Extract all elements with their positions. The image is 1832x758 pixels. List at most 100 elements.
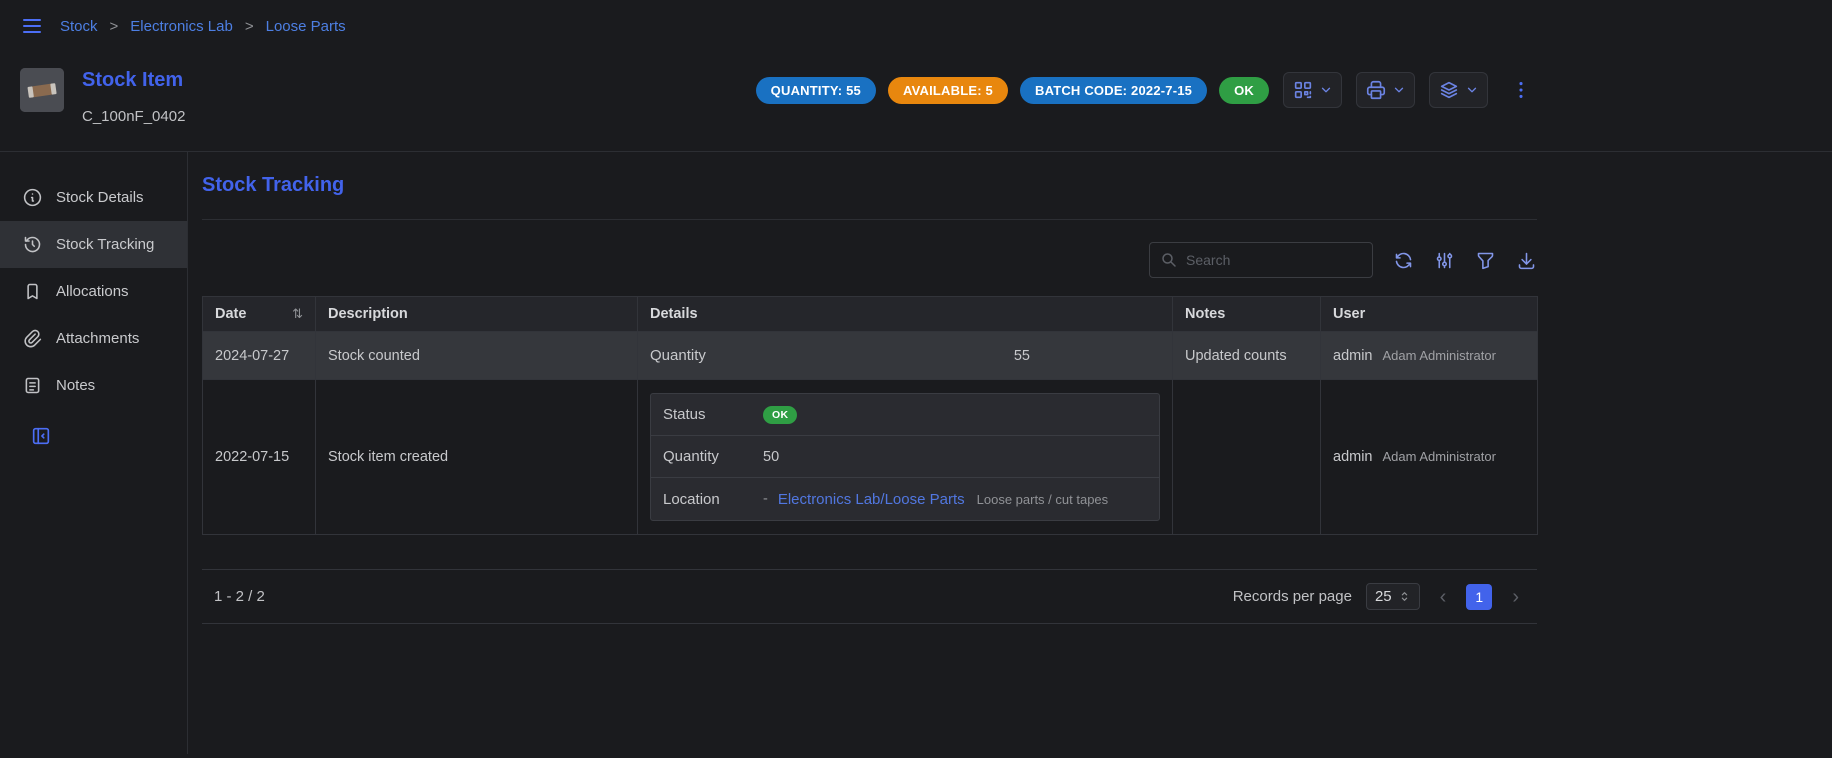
- main-panel: Stock Tracking: [188, 152, 1556, 754]
- barcode-actions-button[interactable]: [1283, 72, 1342, 108]
- content-area: Stock Details Stock Tracking Allocations…: [0, 152, 1556, 754]
- sidebar-item-label: Allocations: [56, 283, 129, 300]
- sidebar-item-allocations[interactable]: Allocations: [0, 268, 187, 315]
- breadcrumb-electronics-lab[interactable]: Electronics Lab: [130, 18, 233, 35]
- stock-item-name: C_100nF_0402: [82, 108, 185, 125]
- cell-date: 2022-07-15: [203, 380, 316, 535]
- quantity-badge: QUANTITY: 55: [756, 77, 876, 104]
- username: admin: [1333, 348, 1373, 364]
- location-link[interactable]: Electronics Lab/Loose Parts: [778, 491, 965, 508]
- sidebar-item-label: Notes: [56, 377, 95, 394]
- info-circle-icon: [22, 187, 43, 208]
- cell-user: admin Adam Administrator: [1321, 332, 1538, 380]
- username: admin: [1333, 449, 1373, 465]
- more-actions-button[interactable]: [1506, 75, 1536, 105]
- detail-key: Status: [663, 406, 763, 423]
- search-input[interactable]: [1186, 252, 1362, 268]
- download-icon[interactable]: [1516, 250, 1537, 271]
- sidebar-item-label: Stock Tracking: [56, 236, 154, 253]
- menu-icon[interactable]: [20, 14, 44, 38]
- detail-key: Quantity: [663, 448, 763, 465]
- breadcrumb-stock[interactable]: Stock: [60, 18, 98, 35]
- page-size-value: 25: [1375, 588, 1392, 605]
- user-fullname: Adam Administrator: [1383, 348, 1496, 363]
- detail-key: Quantity: [650, 347, 750, 364]
- cell-user: admin Adam Administrator: [1321, 380, 1538, 535]
- heading-divider: [202, 219, 1537, 220]
- sidebar-item-label: Stock Details: [56, 189, 144, 206]
- sidebar-item-stock-tracking[interactable]: Stock Tracking: [0, 221, 187, 268]
- table-row: 2024-07-27 Stock counted Quantity 55 Upd…: [203, 332, 1538, 380]
- qrcode-icon: [1292, 79, 1314, 101]
- panel-heading: Stock Tracking: [202, 174, 1537, 197]
- cell-notes: [1173, 380, 1321, 535]
- filter-icon[interactable]: [1475, 250, 1496, 271]
- previous-page-button[interactable]: ‹: [1434, 587, 1453, 607]
- sidebar-item-label: Attachments: [56, 330, 139, 347]
- chevron-down-icon: [1465, 83, 1479, 97]
- detail-row-location: Location - Electronics Lab/Loose Parts L…: [651, 478, 1159, 520]
- available-badge: AVAILABLE: 5: [888, 77, 1008, 104]
- cell-details: Status OK Quantity 50 Location: [638, 380, 1173, 535]
- column-settings-icon[interactable]: [1434, 250, 1455, 271]
- page-header: Stock Item C_100nF_0402 QUANTITY: 55 AVA…: [0, 52, 1556, 151]
- next-page-button[interactable]: ›: [1506, 587, 1525, 607]
- sidebar-item-stock-details[interactable]: Stock Details: [0, 174, 187, 221]
- detail-value: 55: [750, 348, 1030, 364]
- breadcrumb-separator: >: [245, 18, 254, 35]
- batch-code-badge: BATCH CODE: 2022-7-15: [1020, 77, 1207, 104]
- sidebar-collapse-icon[interactable]: [30, 425, 52, 447]
- top-bar: Stock > Electronics Lab > Loose Parts: [0, 0, 1556, 52]
- location-description: Loose parts / cut tapes: [977, 492, 1109, 507]
- records-per-page-label: Records per page: [1233, 588, 1352, 605]
- history-icon: [22, 234, 43, 255]
- cell-details: Quantity 55: [638, 332, 1173, 380]
- column-header-user: User: [1321, 297, 1538, 332]
- refresh-icon[interactable]: [1393, 250, 1414, 271]
- page-title: Stock Item: [82, 68, 185, 92]
- cell-description: Stock counted: [316, 332, 638, 380]
- detail-row-status: Status OK: [651, 394, 1159, 436]
- user-fullname: Adam Administrator: [1383, 449, 1496, 464]
- sidebar-item-attachments[interactable]: Attachments: [0, 315, 187, 362]
- chevron-down-icon: [1319, 83, 1333, 97]
- page-1-button[interactable]: 1: [1466, 584, 1492, 610]
- search-field: [1149, 242, 1373, 278]
- cell-description: Stock item created: [316, 380, 638, 535]
- column-header-details: Details: [638, 297, 1173, 332]
- sidebar-item-notes[interactable]: Notes: [0, 362, 187, 409]
- table-header-row: Date⇅ Description Details Notes User: [203, 297, 1538, 332]
- detail-row-quantity: Quantity 50: [651, 436, 1159, 478]
- stock-tracking-table: Date⇅ Description Details Notes User 202…: [202, 296, 1538, 535]
- status-ok-badge: OK: [1219, 77, 1269, 104]
- column-header-description: Description: [316, 297, 638, 332]
- location-dash: -: [763, 491, 768, 507]
- stock-item-thumbnail[interactable]: [20, 68, 64, 112]
- status-ok-badge: OK: [763, 406, 797, 424]
- breadcrumb-separator: >: [110, 18, 119, 35]
- sort-icon: ⇅: [292, 306, 303, 322]
- table-row: 2022-07-15 Stock item created Status OK: [203, 380, 1538, 535]
- detail-value: 50: [763, 449, 779, 465]
- page-size-select[interactable]: 25: [1366, 583, 1420, 610]
- stack-icon: [1438, 79, 1460, 101]
- title-block: Stock Item C_100nF_0402: [82, 68, 185, 125]
- chevron-down-icon: [1392, 83, 1406, 97]
- header-actions: QUANTITY: 55 AVAILABLE: 5 BATCH CODE: 20…: [756, 68, 1536, 108]
- search-icon: [1160, 251, 1178, 269]
- detail-key: Location: [663, 491, 763, 508]
- cell-date: 2024-07-27: [203, 332, 316, 380]
- app-container: Stock > Electronics Lab > Loose Parts St…: [0, 0, 1556, 754]
- selector-icon: [1398, 590, 1411, 603]
- print-actions-button[interactable]: [1356, 72, 1415, 108]
- printer-icon: [1365, 79, 1387, 101]
- bookmark-icon: [22, 281, 43, 302]
- stock-actions-button[interactable]: [1429, 72, 1488, 108]
- cell-notes: Updated counts: [1173, 332, 1321, 380]
- record-range: 1 - 2 / 2: [214, 588, 265, 605]
- table-toolbar: [202, 242, 1537, 278]
- breadcrumb-loose-parts[interactable]: Loose Parts: [266, 18, 346, 35]
- note-icon: [22, 375, 43, 396]
- sidebar: Stock Details Stock Tracking Allocations…: [0, 152, 188, 754]
- column-header-date[interactable]: Date⇅: [203, 297, 316, 332]
